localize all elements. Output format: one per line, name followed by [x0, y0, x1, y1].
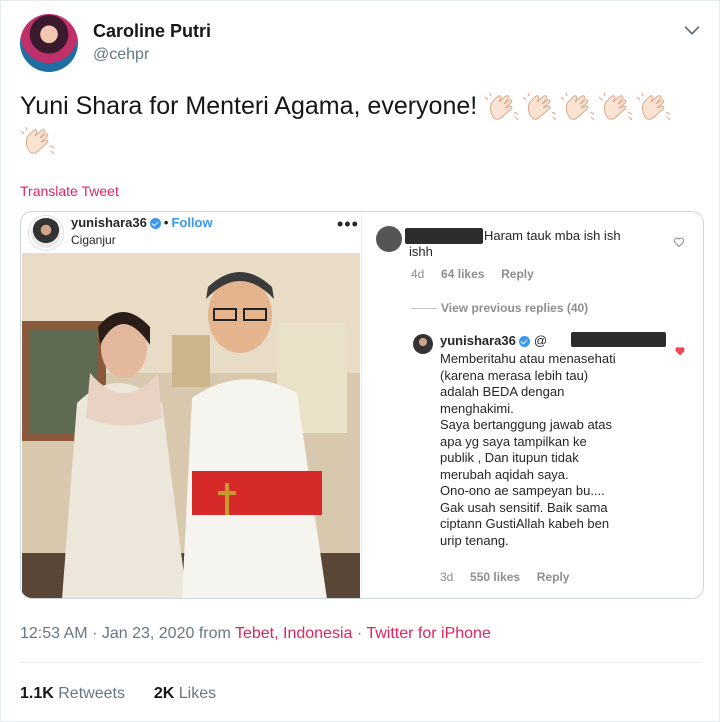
comment1-age: 4d — [411, 267, 425, 281]
verified-badge-icon — [518, 336, 530, 348]
comment2-likes: 550 likes — [470, 570, 521, 584]
tweet-text-content: Yuni Shara for Menteri Agama, everyone! — [20, 92, 478, 120]
likes-count: 2K — [153, 685, 175, 702]
comment2-avatar — [413, 334, 433, 354]
tweet-media-image[interactable]: yunishara36 • Follow Ciganjur ••• Haram … — [20, 211, 704, 599]
tweet-date[interactable]: Jan 23, 2020 — [102, 625, 195, 642]
comment2-line: menghakimi. — [440, 400, 514, 416]
clapping-hands-icon — [560, 92, 596, 122]
comment1-likes: 64 likes — [441, 267, 485, 281]
display-name[interactable]: Caroline Putri — [93, 21, 211, 42]
retweets-stat[interactable]: 1.1K Retweets — [20, 685, 125, 702]
comment1-reply: Reply — [501, 267, 534, 281]
user-avatar[interactable] — [20, 14, 78, 72]
comment2-username: yunishara36 — [440, 333, 516, 348]
timestamp-dot-2: · — [356, 625, 363, 642]
comment2-line: adalah BEDA dengan — [440, 384, 565, 399]
retweets-count: 1.1K — [20, 685, 54, 702]
clapping-hands-icon — [20, 126, 56, 156]
translate-tweet-link[interactable]: Translate Tweet — [20, 183, 119, 199]
comment2-meta: 3d 550 likes Reply — [440, 570, 569, 584]
user-handle[interactable]: @cehpr — [93, 46, 149, 64]
comment2-line: urip tenang. — [440, 532, 509, 548]
photo-two-people — [22, 253, 360, 598]
comment2-header: yunishara36 @ — [440, 333, 547, 348]
from-word: from — [198, 625, 231, 642]
ig-dot: • — [163, 215, 169, 230]
clapping-hands-icon — [636, 92, 672, 122]
clapping-hands-icon — [522, 92, 558, 122]
comment1-text-cont: ishh — [409, 244, 433, 259]
heart-outline-icon — [673, 237, 685, 248]
divider — [20, 662, 702, 663]
media-divider — [361, 212, 362, 598]
view-replies-line — [411, 308, 437, 309]
ig-avatar — [29, 216, 63, 250]
comment2-line: Gak usah sensitif. Baik sama — [440, 499, 608, 515]
likes-stat[interactable]: 2K Likes — [154, 685, 216, 702]
tweet-time[interactable]: 12:53 AM — [20, 625, 88, 642]
redacted-username — [405, 228, 483, 244]
location-link[interactable]: Tebet, Indonesia — [235, 625, 352, 642]
ig-header: yunishara36 • Follow — [71, 215, 213, 230]
verified-badge-icon — [149, 218, 161, 230]
tweet-card: Caroline Putri @cehpr Yuni Shara for Men… — [0, 0, 720, 722]
comment2-line: Saya bertanggung jawab atas — [440, 417, 613, 432]
comment2-body: Memberitahu atau menasehati (karena meras… — [440, 351, 685, 549]
more-dots-icon: ••• — [337, 214, 359, 234]
tweet-stats: 1.1K Retweets 2K Likes — [20, 685, 216, 703]
chevron-down-icon[interactable] — [681, 19, 703, 41]
comment2-line: Ono-ono ae sampeyan bu.... — [440, 483, 605, 498]
comment2-line: apa yg saya tampilkan ke — [440, 433, 587, 449]
comment2-age: 3d — [440, 570, 454, 584]
tweet-timestamp: 12:53 AM · Jan 23, 2020 from Tebet, Indo… — [20, 625, 491, 643]
comment2-line: publik , Dan itupun tidak — [440, 450, 579, 465]
comment1-text: Haram tauk mba ish ish — [484, 228, 621, 243]
comment-avatar — [376, 226, 402, 252]
view-previous-replies: View previous replies (40) — [441, 301, 589, 315]
tweet-text: Yuni Shara for Menteri Agama, everyone! — [20, 89, 700, 157]
comment2-line: ciptann GustiAllah kabeh ben — [440, 516, 610, 531]
ig-location: Ciganjur — [71, 233, 116, 247]
timestamp-dot: · — [92, 625, 98, 642]
comment2-mention: @ — [533, 333, 548, 348]
clapping-hands-icon — [484, 92, 520, 122]
clapping-hands-icon — [598, 92, 634, 122]
ig-username: yunishara36 — [71, 215, 147, 230]
retweets-label: Retweets — [58, 685, 125, 702]
client-link[interactable]: Twitter for iPhone — [366, 625, 491, 642]
redacted-mention — [571, 332, 666, 347]
comment2-line: merubah aqidah saya. — [440, 466, 569, 482]
comment1-meta: 4d 64 likes Reply — [411, 267, 534, 281]
ig-follow-label: Follow — [171, 215, 213, 230]
comment2-line: Memberitahu atau menasehati — [440, 351, 616, 366]
comment2-line: (karena merasa lebih tau) — [440, 367, 589, 383]
likes-label: Likes — [178, 685, 217, 702]
comment2-reply: Reply — [536, 570, 570, 584]
